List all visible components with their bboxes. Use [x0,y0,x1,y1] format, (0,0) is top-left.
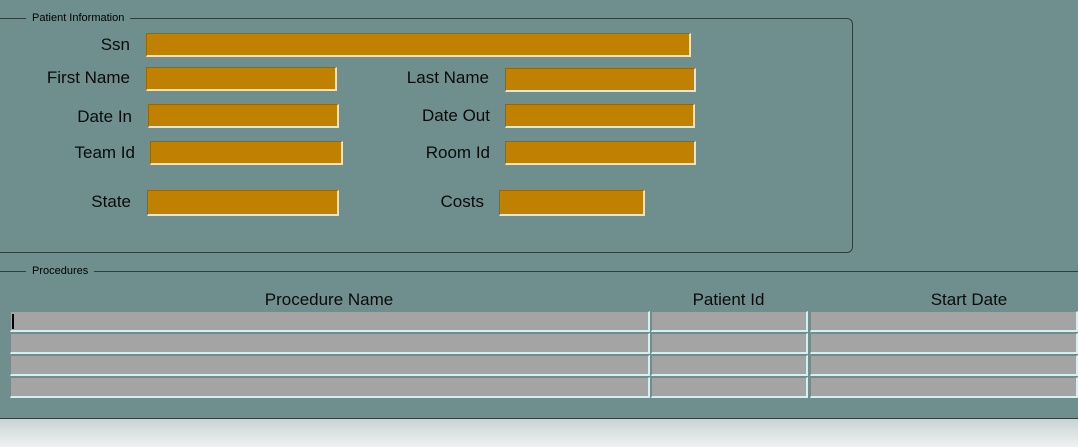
costs-field[interactable] [499,190,645,216]
date-in-field[interactable] [148,104,339,128]
room-id-field[interactable] [505,141,696,165]
state-label: State [91,192,131,211]
bottom-faded-band [0,419,1078,447]
procedures-legend: Procedures [26,265,95,278]
procedure-name-cell[interactable] [10,333,650,354]
procedure-name-cell[interactable] [10,355,650,376]
date-out-field[interactable] [505,104,695,128]
patient-information-legend: Patient Information [26,12,131,25]
first-name-field[interactable] [146,67,337,91]
procedure-name-cell[interactable] [10,311,650,332]
last-name-label: Last Name [406,68,489,87]
costs-label: Costs [440,192,484,211]
text-cursor [12,314,14,329]
date-in-label: Date In [77,107,132,126]
start-date-cell[interactable] [810,311,1078,332]
last-name-field[interactable] [505,68,696,92]
procedure-name-cell[interactable] [10,377,650,398]
patient-id-cell[interactable] [651,355,808,376]
start-date-cell[interactable] [810,333,1078,354]
patient-id-cell[interactable] [651,333,808,354]
state-field[interactable] [147,190,339,216]
column-header-patient-id: Patient Id [692,290,765,309]
procedures-group-line [0,271,1078,272]
team-id-field[interactable] [150,141,343,165]
patient-id-cell[interactable] [651,311,808,332]
ssn-field[interactable] [146,33,691,57]
column-header-procedure-name: Procedure Name [264,290,394,309]
column-header-start-date: Start Date [930,290,1008,309]
ssn-label: Ssn [100,35,130,54]
first-name-label: First Name [46,68,130,87]
team-id-label: Team Id [74,143,135,162]
date-out-label: Date Out [421,106,490,125]
room-id-label: Room Id [425,143,490,162]
patient-id-cell[interactable] [651,377,808,398]
start-date-cell[interactable] [810,355,1078,376]
start-date-cell[interactable] [810,377,1078,398]
